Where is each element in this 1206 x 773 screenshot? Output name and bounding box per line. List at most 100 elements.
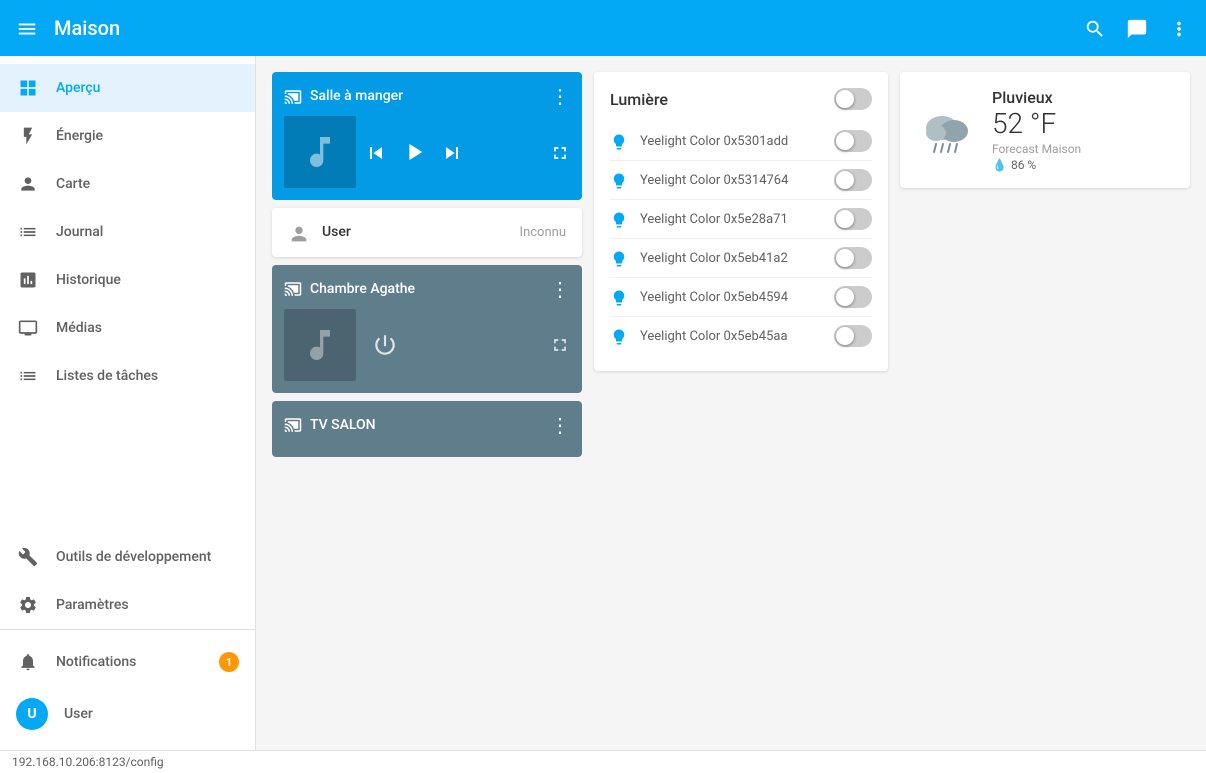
content-area: Salle à manger ⋮ [256, 56, 1206, 750]
humidity-icon: 💧 [992, 158, 1007, 172]
topbar-actions [1084, 16, 1190, 41]
more-menu-icon[interactable]: ⋮ [550, 84, 570, 108]
sidebar-item-label: Paramètres [56, 597, 129, 613]
cast-icon [284, 86, 302, 107]
more-menu-icon[interactable]: ⋮ [550, 413, 570, 437]
light-toggle-3[interactable] [834, 247, 872, 269]
page-title: Maison [54, 16, 1084, 40]
light-toggle-5[interactable] [834, 325, 872, 347]
humidity-value: 86 % [1011, 158, 1036, 172]
toggle-knob [836, 327, 854, 345]
sidebar-bottom: Notifications 1 U User [0, 629, 255, 750]
lumiere-main-toggle[interactable] [834, 88, 872, 110]
light-item-1: Yeelight Color 0x5314764 [610, 161, 872, 200]
media-card-title: Chambre Agathe [310, 281, 550, 297]
weather-info: Pluvieux 52 °F Forecast Maison 💧 86 % [992, 88, 1174, 172]
gear-icon [16, 593, 40, 617]
play-button[interactable] [400, 138, 428, 166]
media-column: Salle à manger ⋮ [272, 72, 582, 457]
user-label: User [64, 706, 93, 722]
light-name: Yeelight Color 0x5314764 [640, 173, 834, 188]
bulb-icon [610, 326, 628, 347]
light-toggle-1[interactable] [834, 169, 872, 191]
bell-icon [16, 650, 40, 674]
light-name: Yeelight Color 0x5eb4594 [640, 290, 834, 305]
sidebar-item-historique[interactable]: Historique [0, 256, 255, 304]
light-card: Lumière Yeelight Color 0x5301add [594, 72, 888, 371]
media-artwork [284, 309, 356, 381]
bulb-icon [610, 248, 628, 269]
toggle-knob [836, 249, 854, 267]
light-item-5: Yeelight Color 0x5eb45aa [610, 317, 872, 355]
sidebar: Aperçu Énergie Carte Journal [0, 56, 256, 750]
weather-main: Pluvieux 52 °F Forecast Maison 💧 86 % [916, 88, 1174, 172]
light-item-0: Yeelight Color 0x5301add [610, 122, 872, 161]
media-artwork [284, 116, 356, 188]
sidebar-item-label: Historique [56, 272, 121, 288]
media-card-header: Chambre Agathe ⋮ [284, 277, 570, 301]
topbar: Maison [0, 0, 1206, 56]
list-icon [16, 220, 40, 244]
user-avatar: U [16, 698, 48, 730]
media-card-body [284, 116, 570, 188]
sidebar-item-notifications[interactable]: Notifications 1 [0, 638, 255, 686]
light-item-4: Yeelight Color 0x5eb4594 [610, 278, 872, 317]
light-name: Yeelight Color 0x5eb45aa [640, 329, 834, 344]
sidebar-item-medias[interactable]: Médias [0, 304, 255, 352]
grid-icon [16, 76, 40, 100]
media-card-salle-manger: Salle à manger ⋮ [272, 72, 582, 200]
media-card-chambre-agathe: Chambre Agathe ⋮ [272, 265, 582, 393]
sidebar-item-label: Journal [56, 224, 103, 240]
next-button[interactable] [440, 139, 464, 164]
sidebar-item-label: Outils de développement [56, 549, 211, 565]
search-icon[interactable] [1084, 16, 1106, 41]
toggle-knob [836, 210, 854, 228]
chart-icon [16, 268, 40, 292]
media-card-body [284, 309, 570, 381]
sidebar-item-params[interactable]: Paramètres [0, 581, 255, 629]
toggle-knob [836, 132, 854, 150]
media-card-header: Salle à manger ⋮ [284, 84, 570, 108]
bulb-icon [610, 209, 628, 230]
sidebar-item-listes[interactable]: Listes de tâches [0, 352, 255, 400]
person-icon [16, 172, 40, 196]
user-icon [288, 220, 310, 245]
fullscreen-icon[interactable] [550, 334, 570, 355]
sidebar-item-apercu[interactable]: Aperçu [0, 64, 255, 112]
cards-row: Salle à manger ⋮ [272, 72, 1190, 457]
light-name: Yeelight Color 0x5e28a71 [640, 212, 834, 227]
sidebar-item-label: Carte [56, 176, 90, 192]
fullscreen-icon[interactable] [550, 141, 570, 162]
light-item-2: Yeelight Color 0x5e28a71 [610, 200, 872, 239]
user-card-status: Inconnu [520, 225, 566, 240]
sidebar-user[interactable]: U User [0, 686, 255, 742]
light-name: Yeelight Color 0x5301add [640, 134, 834, 149]
notifications-badge: 1 [219, 652, 239, 672]
more-icon[interactable] [1168, 16, 1190, 41]
sidebar-item-dev-tools[interactable]: Outils de développement [0, 533, 255, 581]
light-name: Yeelight Color 0x5eb41a2 [640, 251, 834, 266]
sidebar-item-label: Énergie [56, 128, 103, 144]
sidebar-item-label: Listes de tâches [56, 368, 158, 384]
weather-temp: 52 °F [992, 107, 1174, 140]
user-card-name: User [322, 224, 520, 240]
menu-icon[interactable] [16, 16, 38, 41]
light-card-title: Lumière [610, 90, 834, 109]
light-toggle-4[interactable] [834, 286, 872, 308]
sidebar-item-journal[interactable]: Journal [0, 208, 255, 256]
chat-icon[interactable] [1126, 16, 1148, 41]
light-toggle-0[interactable] [834, 130, 872, 152]
weather-icon [916, 98, 980, 162]
light-toggle-2[interactable] [834, 208, 872, 230]
sidebar-item-energie[interactable]: Énergie [0, 112, 255, 160]
flash-icon [16, 124, 40, 148]
statusbar: 192.168.10.206:8123/config [0, 750, 1206, 773]
sidebar-item-label: Aperçu [56, 80, 100, 96]
power-button[interactable] [372, 332, 398, 358]
more-menu-icon[interactable]: ⋮ [550, 277, 570, 301]
media-card-tv-salon: TV SALON ⋮ [272, 401, 582, 457]
sidebar-item-carte[interactable]: Carte [0, 160, 255, 208]
prev-button[interactable] [364, 139, 388, 164]
light-card-header: Lumière [610, 88, 872, 110]
main-layout: Aperçu Énergie Carte Journal [0, 56, 1206, 750]
